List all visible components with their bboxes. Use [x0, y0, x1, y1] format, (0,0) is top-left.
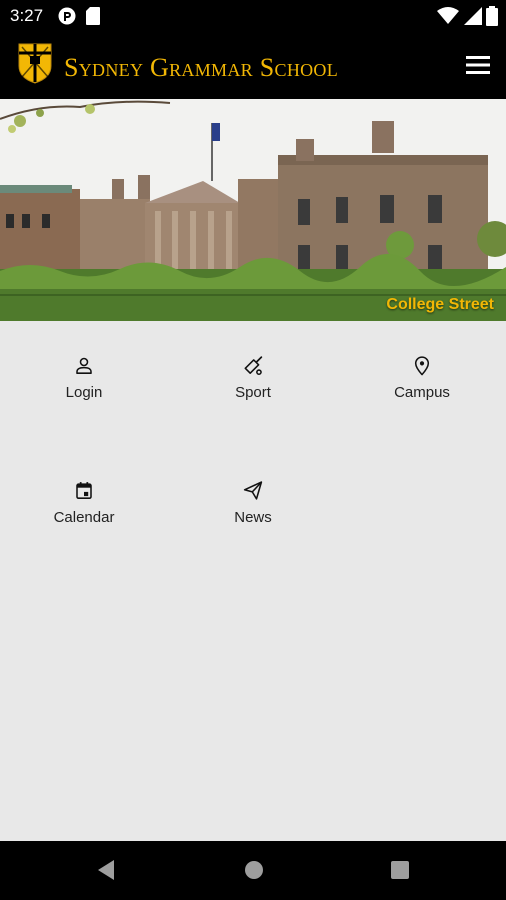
paper-plane-icon [243, 481, 263, 500]
map-pin-icon [414, 356, 430, 376]
pocket-casts-icon [58, 7, 76, 25]
hero-caption: College Street [386, 296, 494, 313]
news-tile[interactable]: News [169, 446, 337, 526]
status-right-icons [437, 6, 498, 26]
status-bar: 3:27 [0, 0, 506, 32]
calendar-label: Calendar [53, 509, 115, 526]
cricket-bat-icon [244, 356, 263, 376]
menu-tiles: Login Sport Campus Calendar News [0, 321, 506, 841]
cell-signal-icon [463, 7, 482, 25]
calendar-icon [76, 482, 92, 499]
battery-icon [486, 6, 498, 26]
college-building-photo [0, 99, 506, 321]
person-icon [76, 357, 92, 374]
sport-tile[interactable]: Sport [169, 321, 337, 401]
status-time: 3:27 [10, 6, 44, 25]
hamburger-menu-icon[interactable] [466, 54, 490, 76]
sd-card-icon [86, 7, 100, 25]
sport-label: Sport [235, 384, 271, 401]
calendar-tile[interactable]: Calendar [0, 446, 168, 526]
login-label: Login [65, 384, 103, 401]
app-bar: Sydney Grammar School [0, 32, 506, 99]
home-icon[interactable] [244, 859, 264, 881]
recents-icon[interactable] [390, 859, 410, 881]
campus-label: Campus [394, 384, 450, 401]
login-tile[interactable]: Login [0, 321, 168, 401]
system-nav-bar [0, 841, 506, 900]
hero-banner: College Street [0, 99, 506, 321]
wifi-icon [437, 7, 460, 24]
news-label: News [234, 509, 272, 526]
school-name-title: Sydney Grammar School [64, 53, 339, 82]
campus-tile[interactable]: Campus [338, 321, 506, 401]
school-crest-logo [18, 43, 52, 84]
back-icon[interactable] [96, 859, 116, 881]
